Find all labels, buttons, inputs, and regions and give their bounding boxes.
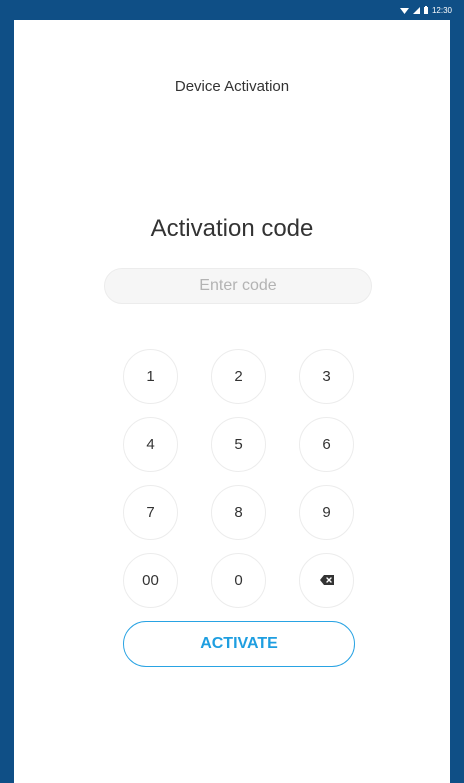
key-8[interactable]: 8 [211, 485, 266, 540]
numeric-keypad: 1 2 3 4 5 6 7 8 9 00 0 [123, 349, 355, 608]
key-4[interactable]: 4 [123, 417, 178, 472]
activate-button[interactable]: ACTIVATE [123, 621, 355, 667]
key-00[interactable]: 00 [123, 553, 178, 608]
key-6[interactable]: 6 [299, 417, 354, 472]
key-5[interactable]: 5 [211, 417, 266, 472]
backspace-icon [319, 572, 334, 589]
key-2[interactable]: 2 [211, 349, 266, 404]
page-title: Device Activation [174, 78, 290, 95]
key-9[interactable]: 9 [299, 485, 354, 540]
battery-icon [423, 6, 428, 14]
status-bar: 12:30 [0, 0, 464, 20]
status-time: 12:30 [431, 5, 452, 15]
key-0[interactable]: 0 [211, 553, 266, 608]
backspace-key[interactable] [299, 553, 354, 608]
signal-icon [412, 6, 420, 14]
wifi-icon [399, 7, 409, 14]
key-7[interactable]: 7 [123, 485, 178, 540]
key-1[interactable]: 1 [123, 349, 178, 404]
key-3[interactable]: 3 [299, 349, 354, 404]
activation-code-input[interactable] [104, 268, 372, 304]
activation-code-heading: Activation code [150, 215, 314, 242]
